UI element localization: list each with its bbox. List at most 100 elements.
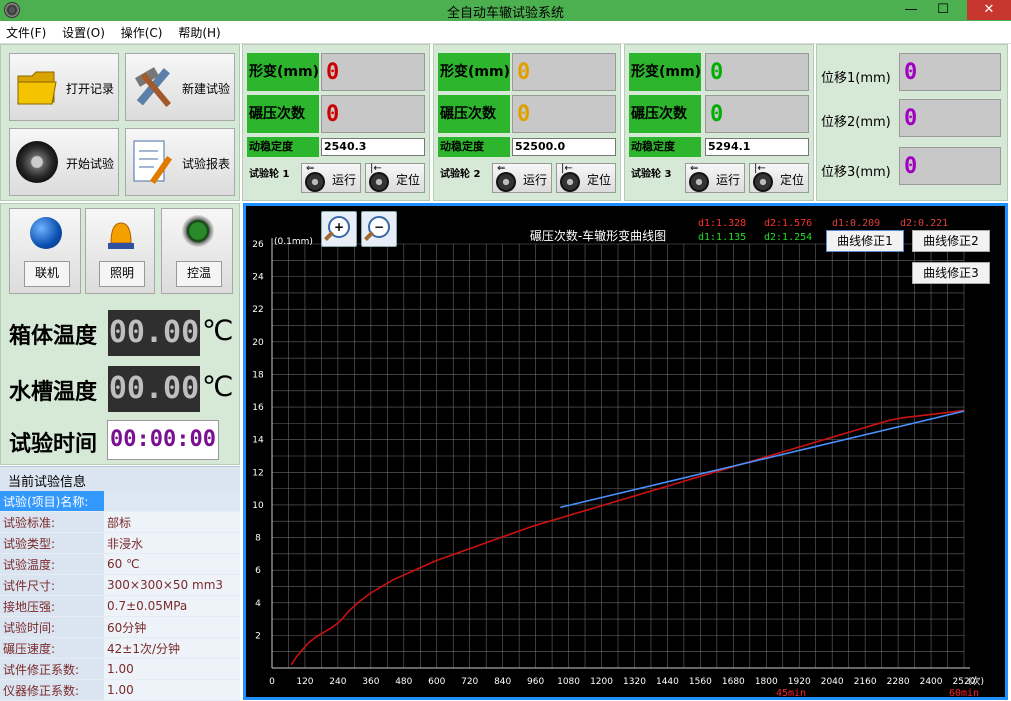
x-tick-label: 600	[428, 677, 445, 687]
dyn-label: 动稳定度	[629, 137, 701, 157]
menu-settings[interactable]: 设置(O)	[56, 21, 111, 44]
menu-help[interactable]: 帮助(H)	[172, 21, 226, 44]
y-tick-label: 2	[255, 631, 261, 641]
deform-value: 0	[710, 60, 724, 85]
zoom-in-button[interactable]: +	[321, 211, 357, 247]
info-table: 试验(项目)名称: 试验标准: 部标 试验类型: 非浸水 试验温度: 60 ℃ 试件尺…	[0, 491, 240, 701]
table-row[interactable]: 试件修正系数: 1.00	[0, 658, 240, 680]
dyn-value: 5294.1	[705, 138, 809, 156]
start-test-button[interactable]: 开始试验	[9, 128, 119, 196]
menu-file[interactable]: 文件(F)	[0, 21, 52, 44]
table-row[interactable]: 接地压强: 0.7±0.05MPa	[0, 595, 240, 617]
y-tick-labels: 2468101214161820222426	[252, 240, 264, 641]
x-tick-label: 2160	[854, 677, 877, 687]
minimize-button[interactable]: —	[897, 0, 925, 20]
info-key: 试验(项目)名称:	[0, 491, 104, 512]
info-key: 试验温度:	[0, 553, 104, 575]
run-button[interactable]: ⇐ 运行	[301, 163, 361, 193]
count-label: 碾压次数	[438, 95, 510, 133]
locate-button[interactable]: |← 定位	[556, 163, 616, 193]
toolbar-panel: 打开记录 新建试验 开始试验 试验报表	[0, 44, 240, 201]
folder-icon	[17, 71, 57, 105]
annotation-dark-d2: d2:0.221	[900, 218, 948, 229]
displacement-2-display: 0	[899, 99, 1001, 137]
locate-label: 定位	[396, 173, 421, 187]
test-time-value: 00:00:00	[107, 420, 219, 460]
menu-bar: 文件(F) 设置(O) 操作(C) 帮助(H)	[0, 21, 1011, 44]
fit-line	[560, 410, 965, 509]
temp-control-button[interactable]: 控温	[161, 208, 233, 294]
deform-label: 形变(mm)	[438, 53, 510, 91]
menu-operation[interactable]: 操作(C)	[115, 21, 169, 44]
test-time-label: 试验时间	[9, 432, 98, 457]
info-value: 非浸水	[104, 532, 240, 554]
count-display: 0	[321, 95, 425, 133]
wheel-label: 试验轮 1	[249, 169, 290, 180]
table-row[interactable]: 碾压速度: 42±1次/分钟	[0, 637, 240, 659]
displacement-2-value: 0	[904, 106, 918, 131]
y-tick-label: 14	[252, 436, 264, 446]
count-value: 0	[326, 102, 340, 127]
run-button[interactable]: ⇐ 运行	[492, 163, 552, 193]
light-button[interactable]: 照明	[85, 208, 155, 294]
curve-fix-2-button[interactable]: 曲线修正2	[912, 230, 990, 252]
table-row[interactable]: 试验温度: 60 ℃	[0, 553, 240, 575]
x-tick-label: 1800	[755, 677, 778, 687]
count-label: 碾压次数	[629, 95, 701, 133]
info-key: 试验类型:	[0, 532, 104, 554]
x-axis-unit: (次)	[968, 675, 984, 687]
x-tick-label: 2400	[920, 677, 943, 687]
info-key: 试件尺寸:	[0, 574, 104, 596]
tyre-icon	[753, 172, 773, 192]
light-label: 照明	[99, 261, 145, 287]
annotation-dark-d1: d1:0.209	[832, 218, 880, 229]
run-button[interactable]: ⇐ 运行	[685, 163, 745, 193]
table-row[interactable]: 试验(项目)名称:	[0, 491, 240, 512]
box-temp-label: 箱体温度	[9, 324, 98, 349]
deform-display: 0	[512, 53, 616, 91]
table-row[interactable]: 仪器修正系数: 1.00	[0, 679, 240, 701]
online-button[interactable]: 联机	[9, 208, 81, 294]
locate-label: 定位	[587, 173, 612, 187]
wheel-panel-3: 形变(mm) 0 碾压次数 0 动稳定度 5294.1 试验轮 3 ⇐ 运行 |…	[624, 44, 814, 201]
deform-display: 0	[705, 53, 809, 91]
y-tick-label: 26	[252, 240, 264, 250]
zoom-out-button[interactable]: −	[361, 211, 397, 247]
test-report-button[interactable]: 试验报表	[125, 128, 235, 196]
curve-fix-1-button[interactable]: 曲线修正1	[826, 230, 904, 252]
dyn-value: 2540.3	[321, 138, 425, 156]
new-test-label: 新建试验	[182, 82, 231, 96]
displacement-3-label: 位移3(mm)	[821, 165, 891, 180]
info-value	[104, 491, 240, 512]
table-row[interactable]: 试件尺寸: 300×300×50 mm3	[0, 574, 240, 596]
close-button[interactable]: ✕	[967, 0, 1011, 20]
annotation-red-d2: d2:1.576	[764, 218, 812, 229]
deform-value: 0	[326, 60, 340, 85]
displacement-2-label: 位移2(mm)	[821, 115, 891, 130]
annotation-green-d2: d2:1.254	[764, 232, 812, 243]
table-row[interactable]: 试验时间: 60分钟	[0, 616, 240, 638]
maximize-button[interactable]: ☐	[929, 0, 957, 20]
info-value: 60分钟	[104, 616, 240, 638]
time-mark-label: 60min	[949, 688, 979, 697]
new-test-button[interactable]: 新建试验	[125, 53, 235, 121]
open-record-button[interactable]: 打开记录	[9, 53, 119, 121]
locate-button[interactable]: |← 定位	[749, 163, 809, 193]
locate-button[interactable]: |← 定位	[365, 163, 425, 193]
x-tick-label: 840	[494, 677, 511, 687]
table-row[interactable]: 试验标准: 部标	[0, 511, 240, 533]
x-tick-label: 240	[329, 677, 346, 687]
table-row[interactable]: 试验类型: 非浸水	[0, 532, 240, 554]
run-label: 运行	[332, 173, 357, 187]
y-tick-label: 24	[252, 273, 264, 283]
x-tick-label: 2280	[887, 677, 910, 687]
displacement-1-display: 0	[899, 53, 1001, 91]
locate-label: 定位	[780, 173, 805, 187]
test-report-label: 试验报表	[182, 157, 231, 171]
curve-fix-3-button[interactable]: 曲线修正3	[912, 262, 990, 284]
info-key: 接地压强:	[0, 595, 104, 617]
info-header: 当前试验信息	[8, 475, 87, 490]
y-tick-label: 4	[255, 599, 261, 609]
run-label: 运行	[523, 173, 548, 187]
deform-display: 0	[321, 53, 425, 91]
